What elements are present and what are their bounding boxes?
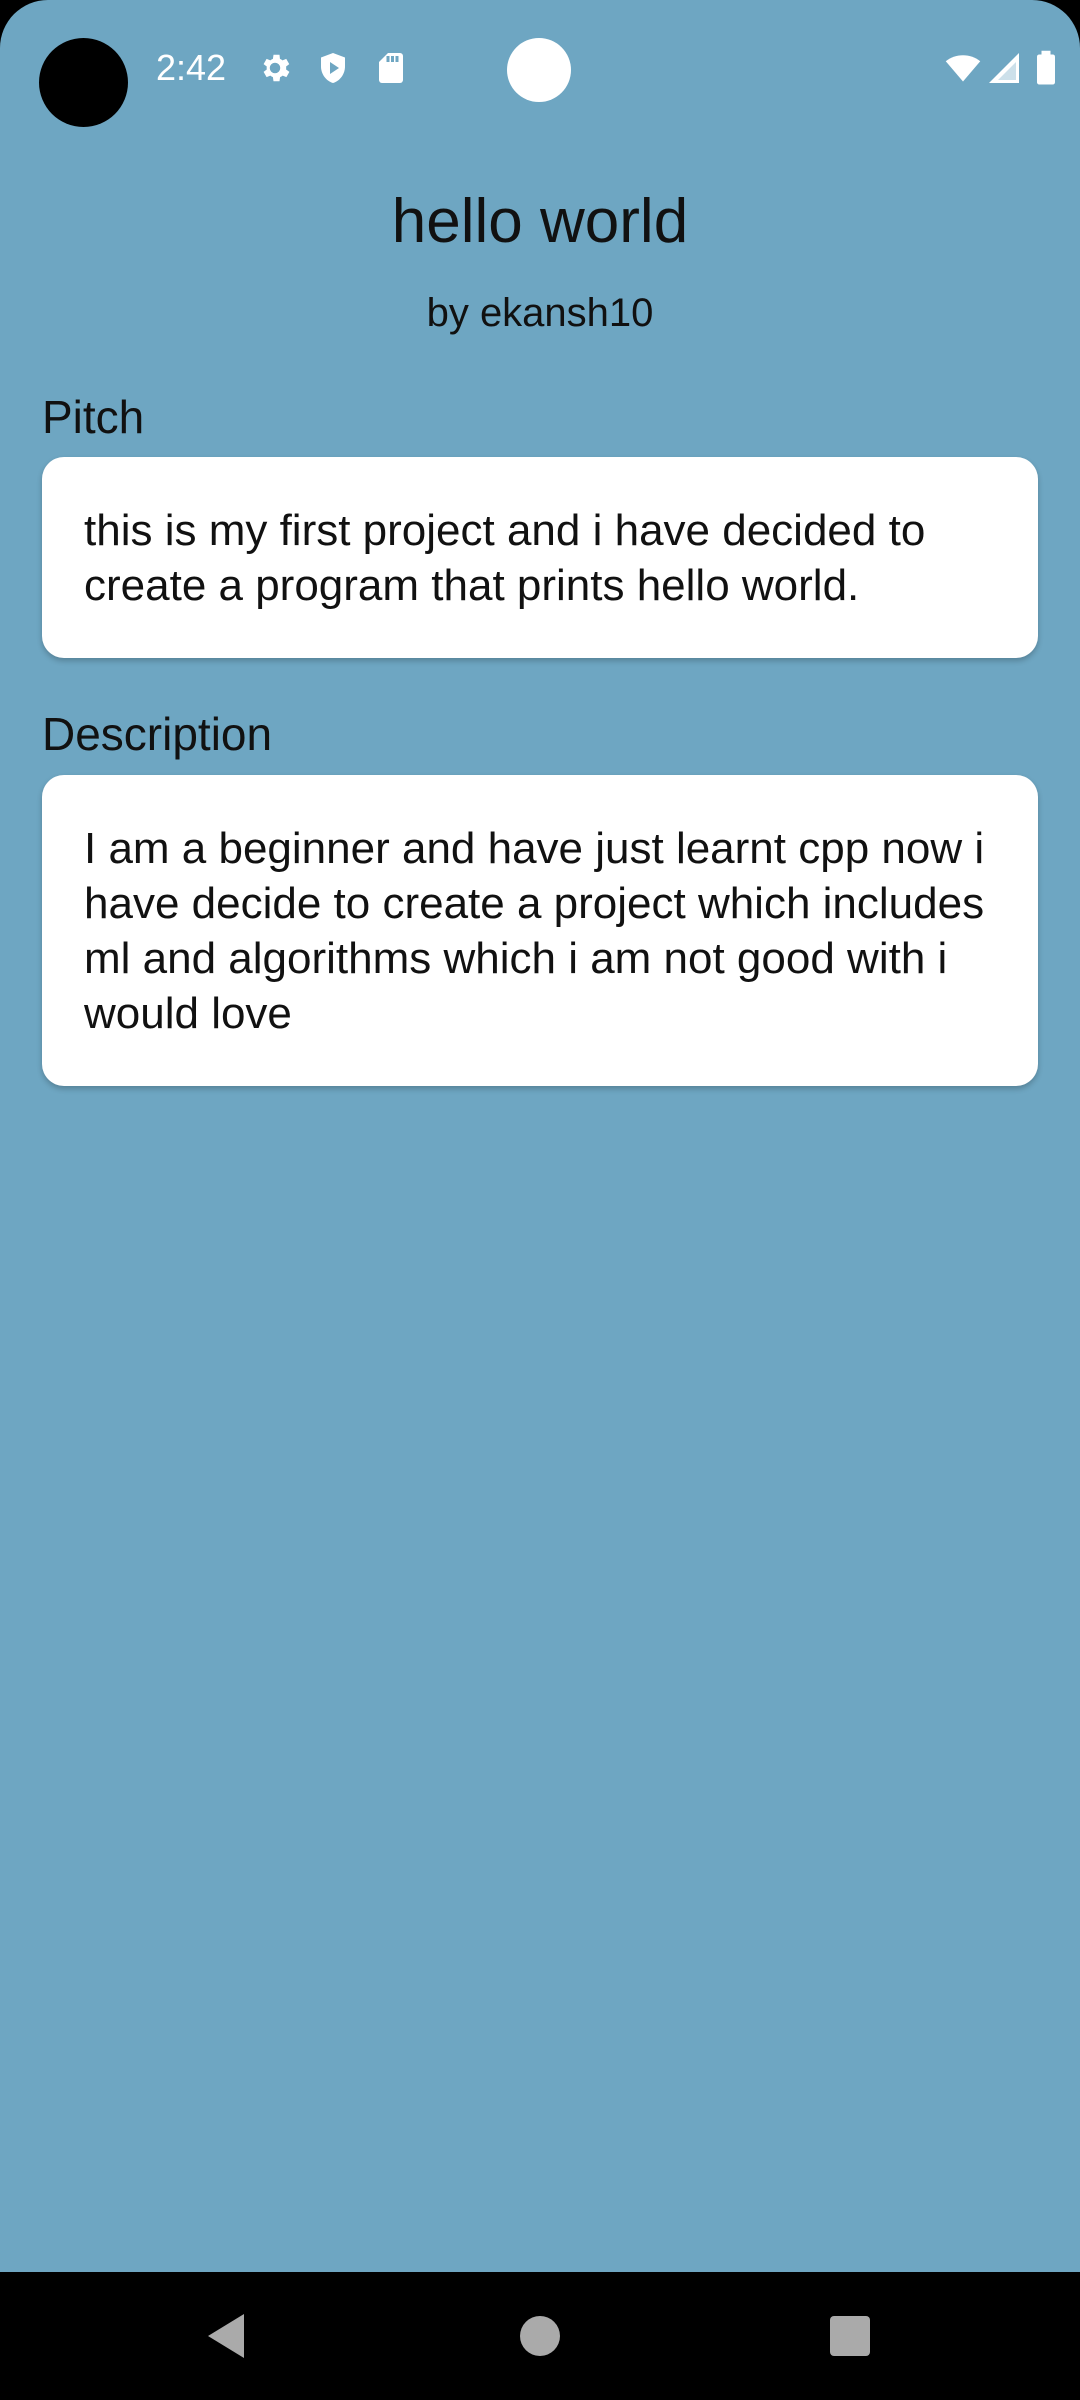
navigation-bar [0,2272,1080,2400]
recents-icon[interactable] [790,2272,910,2400]
battery-icon [1037,50,1055,85]
settings-icon [263,54,290,82]
description-text: I am a beginner and have just learnt cpp… [84,824,985,1038]
shield-icon [321,53,345,83]
description-card: I am a beginner and have just learnt cpp… [42,775,1038,1086]
sd-card-icon [379,53,403,83]
description-label: Description [42,708,273,760]
pitch-card: this is my first project and i have deci… [42,457,1038,658]
project-author: by ekansh10 [426,291,654,335]
project-title: hello world [391,187,689,256]
home-icon[interactable] [480,2272,600,2400]
app-screen: 2:42 hello world by ekansh10 Pitch this … [0,0,1080,2272]
pitch-text: this is my first project and i have deci… [84,506,926,610]
wifi-icon [945,55,981,82]
pitch-label: Pitch [42,391,145,443]
camera-cutout [39,38,128,127]
status-time: 2:42 [156,47,227,88]
back-icon[interactable] [166,2272,286,2400]
status-indicator-dot [507,38,571,102]
signal-icon [989,53,1019,83]
